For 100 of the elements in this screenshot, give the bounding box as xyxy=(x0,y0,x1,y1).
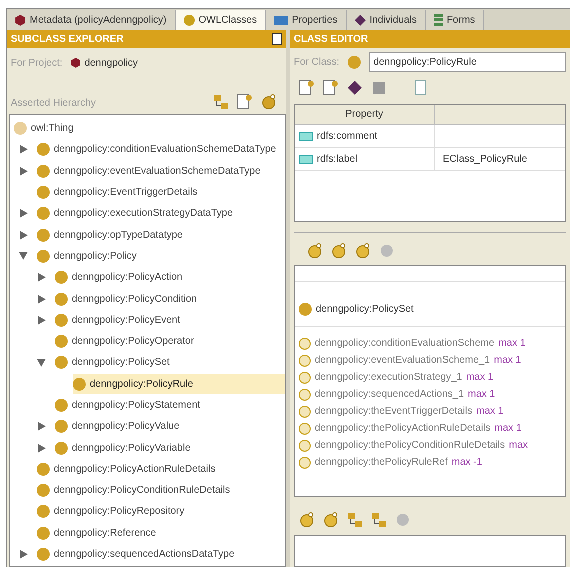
restriction-icon xyxy=(299,406,311,418)
tree-item[interactable]: denngpolicy:eventEvaluationSchemeDataType xyxy=(37,161,269,182)
tree-item[interactable]: denngpolicy:PolicyStatement xyxy=(55,396,208,416)
hierarchy-icon[interactable] xyxy=(346,511,364,529)
cardinality: max 1 xyxy=(468,388,496,402)
class-icon xyxy=(37,250,50,263)
expand-arrow-icon[interactable] xyxy=(20,550,28,560)
expand-arrow-icon[interactable] xyxy=(38,422,46,432)
panel-title: CLASS EDITOR xyxy=(294,32,368,46)
cardinality: max 1 xyxy=(494,354,522,368)
superclass-item[interactable]: denngpolicy:PolicySet xyxy=(316,302,414,316)
add-superclass-icon[interactable] xyxy=(306,242,324,260)
tree-item[interactable]: denngpolicy:PolicyAction xyxy=(55,268,191,288)
tree-item[interactable]: denngpolicy:PolicyCondition xyxy=(55,289,206,310)
class-icon xyxy=(55,356,68,370)
edit-restriction-icon[interactable] xyxy=(322,511,340,529)
document-icon[interactable] xyxy=(272,33,282,45)
tab[interactable]: Properties xyxy=(266,10,347,30)
collapse-arrow-icon[interactable] xyxy=(19,252,28,260)
cardinality: max 1 xyxy=(476,405,504,419)
class-icon xyxy=(55,271,68,284)
restriction-icon xyxy=(299,354,311,366)
rectangle-icon xyxy=(274,16,288,24)
class-icon xyxy=(55,292,68,306)
class-icon xyxy=(348,56,361,68)
expand-arrow-icon[interactable] xyxy=(20,145,28,154)
remove-superclass-icon[interactable] xyxy=(354,242,372,260)
tree-item[interactable]: denngpolicy:Policy xyxy=(37,246,145,266)
class-icon xyxy=(37,207,50,220)
tree-item[interactable]: denngpolicy:PolicyValue xyxy=(55,416,188,437)
add-subclass-icon[interactable] xyxy=(236,93,254,111)
tree-item[interactable]: denngpolicy:conditionEvaluationSchemeDataType xyxy=(37,140,284,160)
project-name: denngpolicy xyxy=(84,56,138,70)
tree-item[interactable]: denngpolicy:PolicyOperator xyxy=(55,332,202,352)
class-icon xyxy=(37,143,50,156)
class-icon xyxy=(37,462,50,476)
expand-arrow-icon[interactable] xyxy=(20,166,28,176)
class-icon xyxy=(37,164,50,178)
tab[interactable]: OWLClasses xyxy=(176,10,266,30)
expand-arrow-icon[interactable] xyxy=(38,444,46,453)
tree-item[interactable]: denngpolicy:PolicyRepository xyxy=(37,502,193,522)
expand-arrow-icon[interactable] xyxy=(38,294,46,304)
circle-icon xyxy=(184,14,195,26)
tree-item[interactable]: denngpolicy:executionStrategyDataType xyxy=(37,204,242,224)
tab[interactable]: Metadata (policyAdenngpolicy) xyxy=(7,10,176,30)
restriction-icon xyxy=(299,440,311,452)
cardinality: max xyxy=(509,439,528,453)
class-icon xyxy=(37,186,50,200)
hexagon-icon xyxy=(15,14,26,26)
tree-item[interactable]: denngpolicy:PolicyVariable xyxy=(55,438,199,458)
tree-item[interactable]: denngpolicy:PolicyConditionRuleDetails xyxy=(37,480,238,501)
class-icon xyxy=(55,399,68,412)
tree-item[interactable]: denngpolicy:PolicyEvent xyxy=(55,310,188,330)
edit-document-icon[interactable] xyxy=(322,79,340,97)
tree-item[interactable]: denngpolicy:sequencedActionsDataType xyxy=(37,544,243,565)
expand-arrow-icon[interactable] xyxy=(38,316,46,325)
hierarchy-icon[interactable] xyxy=(370,511,388,529)
restriction-property: denngpolicy:theEventTriggerDetails xyxy=(315,405,472,419)
class-icon xyxy=(73,378,86,391)
add-superclass-icon[interactable] xyxy=(330,242,348,260)
class-icon xyxy=(37,228,50,242)
tree-item[interactable]: denngpolicy:PolicyActionRuleDetails xyxy=(37,459,224,480)
collapse-arrow-icon[interactable] xyxy=(37,358,46,367)
property-icon xyxy=(299,132,313,140)
class-icon xyxy=(55,335,68,348)
hierarchy-label: Asserted Hierarchy xyxy=(11,97,96,111)
property-icon xyxy=(299,154,313,164)
expand-arrow-icon[interactable] xyxy=(20,230,28,240)
column-header: Property xyxy=(295,105,435,124)
cardinality: max 1 xyxy=(494,422,522,436)
class-icon xyxy=(37,505,50,518)
tree-item[interactable]: owl:Thing xyxy=(14,121,74,136)
class-icon xyxy=(55,314,68,327)
table-cell-text: EClass_PolicyRule xyxy=(442,152,528,166)
class-icon xyxy=(55,442,68,455)
expand-arrow-icon[interactable] xyxy=(38,273,46,282)
restriction-icon xyxy=(299,422,311,434)
new-document-icon[interactable] xyxy=(298,79,316,97)
tree-item[interactable]: denngpolicy:Reference xyxy=(37,523,164,544)
add-restriction-icon[interactable] xyxy=(298,511,316,529)
class-icon xyxy=(55,420,68,434)
class-name-field[interactable]: denngpolicy:PolicyRule xyxy=(368,52,566,72)
class-label: For Class: xyxy=(294,56,340,70)
restriction-property: denngpolicy:thePolicyRuleRef xyxy=(315,456,448,470)
class-icon xyxy=(37,484,50,498)
tab[interactable]: Individuals xyxy=(346,10,426,30)
restriction-icon xyxy=(299,456,311,468)
tab[interactable]: Forms xyxy=(426,10,484,30)
restriction-property: denngpolicy:sequencedActions_1 xyxy=(315,388,464,402)
cardinality: max -1 xyxy=(452,456,482,470)
hexagon-icon xyxy=(70,58,81,68)
expand-arrow-icon[interactable] xyxy=(20,209,28,218)
tree-item[interactable]: denngpolicy:PolicySet xyxy=(55,352,178,373)
diamond-icon[interactable] xyxy=(346,79,364,97)
class-icon xyxy=(37,548,50,562)
tree-item[interactable]: denngpolicy:EventTriggerDetails xyxy=(37,182,206,203)
restriction-icon xyxy=(299,388,311,400)
tree-item[interactable]: denngpolicy:opTypeDatatype xyxy=(37,225,191,246)
tree-item[interactable]: denngpolicy:PolicyRule xyxy=(73,374,285,394)
form-icon xyxy=(434,14,443,26)
